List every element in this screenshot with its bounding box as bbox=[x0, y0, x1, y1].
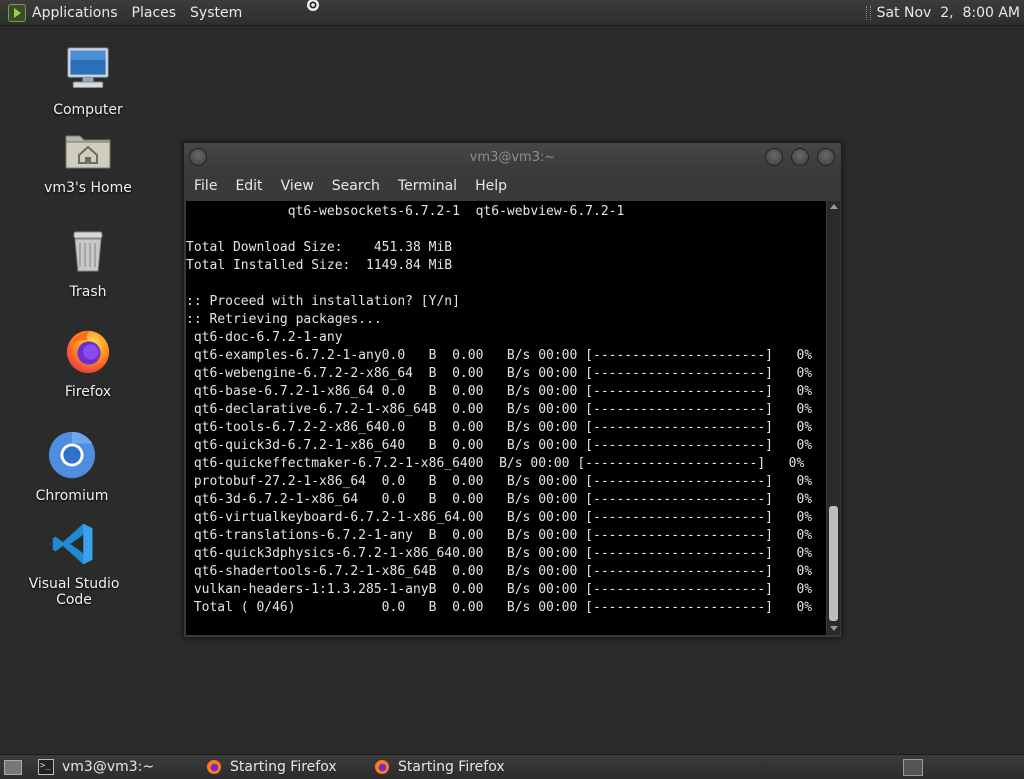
bottom-panel: >_ vm3@vm3:~ Starting Firefox Starting F… bbox=[0, 754, 1024, 779]
close-button[interactable] bbox=[817, 148, 835, 166]
terminal-line: Total Installed Size: 1149.84 MiB bbox=[186, 258, 453, 273]
trash-icon bbox=[73, 231, 103, 272]
window-title: vm3@vm3:~ bbox=[469, 150, 556, 165]
scroll-up-arrow-icon[interactable] bbox=[830, 204, 838, 209]
home-folder-icon bbox=[65, 135, 111, 169]
task-label: Starting Firefox bbox=[230, 759, 337, 775]
system-menu[interactable]: System bbox=[190, 5, 242, 21]
terminal-line: qt6-shadertools-6.7.2-1-x86_64B 0.00 B/s… bbox=[186, 564, 813, 579]
desktop-icon-label: Computer bbox=[53, 102, 123, 118]
scrollbar-thumb[interactable] bbox=[829, 506, 838, 621]
task-firefox-2[interactable]: Starting Firefox bbox=[374, 755, 505, 779]
desktop-icon-label: Chromium bbox=[35, 488, 109, 504]
desktop-icon-label: Trash bbox=[69, 284, 107, 300]
panel-separator bbox=[865, 5, 871, 20]
terminal-line: qt6-tools-6.7.2-2-x86_640.0 B 0.00 B/s 0… bbox=[186, 420, 813, 435]
workspace-switcher-1[interactable] bbox=[903, 759, 923, 776]
chromium-icon bbox=[48, 431, 96, 479]
maximize-button[interactable] bbox=[791, 148, 809, 166]
desktop-icon-label: vm3's Home bbox=[44, 180, 132, 196]
terminal-line: qt6-quick3d-6.7.2-1-x86_640 B 0.00 B/s 0… bbox=[186, 438, 813, 453]
terminal-titlebar[interactable]: vm3@vm3:~ bbox=[184, 143, 841, 171]
terminal-line: qt6-quickeffectmaker-6.7.2-1-x86_6400 B/… bbox=[186, 456, 805, 471]
terminal-line: qt6-3d-6.7.2-1-x86_64 0.0 B 0.00 B/s 00:… bbox=[186, 492, 813, 507]
menu-terminal[interactable]: Terminal bbox=[398, 178, 457, 194]
terminal-line: vulkan-headers-1:1.3.285-1-anyB 0.00 B/s… bbox=[186, 582, 813, 597]
task-label: vm3@vm3:~ bbox=[62, 759, 155, 775]
applications-menu-label: Applications bbox=[32, 4, 118, 21]
top-panel: Applications Places System Sat Nov 2, 8:… bbox=[0, 0, 1024, 26]
desktop-icon-firefox[interactable]: Firefox bbox=[28, 326, 148, 400]
terminal-line: qt6-translations-6.7.2-1-any B 0.00 B/s … bbox=[186, 528, 813, 543]
desktop-icon-trash[interactable]: Trash bbox=[28, 228, 148, 300]
minimize-button[interactable] bbox=[765, 148, 783, 166]
terminal-line: Total Download Size: 451.38 MiB bbox=[186, 240, 453, 255]
desktop-icon-vscode[interactable]: Visual Studio Code bbox=[14, 520, 134, 608]
terminal-lines: qt6-websockets-6.7.2-1 qt6-webview-6.7.2… bbox=[186, 203, 826, 617]
vscode-icon bbox=[52, 523, 93, 565]
busy-cursor-icon bbox=[307, 0, 319, 11]
firefox-icon bbox=[66, 330, 110, 374]
terminal-icon: >_ bbox=[38, 759, 54, 775]
terminal-output[interactable]: qt6-websockets-6.7.2-1 qt6-webview-6.7.2… bbox=[186, 201, 826, 635]
distro-logo-icon bbox=[8, 3, 26, 22]
terminal-line: :: Proceed with installation? [Y/n] bbox=[186, 294, 460, 309]
task-firefox-1[interactable]: Starting Firefox bbox=[206, 755, 337, 779]
terminal-line: qt6-webengine-6.7.2-2-x86_64 B 0.00 B/s … bbox=[186, 366, 813, 381]
top-menus: Applications Places System bbox=[8, 0, 242, 25]
task-label: Starting Firefox bbox=[398, 759, 505, 775]
desktop-icon-computer[interactable]: Computer bbox=[28, 46, 148, 118]
scroll-down-arrow-icon[interactable] bbox=[830, 626, 838, 631]
firefox-icon bbox=[207, 760, 221, 774]
system-menu-label: System bbox=[190, 4, 243, 21]
terminal-scrollbar[interactable] bbox=[827, 201, 840, 635]
desktop-icon-label: Visual Studio Code bbox=[28, 576, 120, 608]
desktop-icon-home[interactable]: vm3's Home bbox=[28, 128, 148, 196]
applications-menu[interactable]: Applications bbox=[8, 3, 118, 22]
firefox-icon bbox=[375, 760, 389, 774]
terminal-line: qt6-virtualkeyboard-6.7.2-1-x86_64.00 B/… bbox=[186, 510, 813, 525]
task-terminal[interactable]: >_ vm3@vm3:~ bbox=[38, 755, 154, 779]
places-menu-label: Places bbox=[131, 4, 177, 21]
clock[interactable]: Sat Nov 2, 8:00 AM bbox=[865, 0, 1020, 25]
desktop-icon-chromium[interactable]: Chromium bbox=[12, 430, 132, 504]
terminal-line: qt6-examples-6.7.2-1-any0.0 B 0.00 B/s 0… bbox=[186, 348, 813, 363]
terminal-line: qt6-doc-6.7.2-1-any bbox=[186, 330, 343, 345]
desktop-icon-label: Firefox bbox=[64, 384, 112, 400]
clock-label: Sat Nov 2, 8:00 AM bbox=[876, 4, 1020, 21]
menu-view[interactable]: View bbox=[281, 178, 314, 194]
terminal-line: Total ( 0/46) 0.0 B 0.00 B/s 00:00 [----… bbox=[186, 600, 813, 615]
show-desktop-icon[interactable] bbox=[4, 760, 22, 775]
terminal-line: :: Retrieving packages... bbox=[186, 312, 382, 327]
workspace-switcher-gap bbox=[938, 759, 966, 774]
menu-file[interactable]: File bbox=[194, 178, 217, 194]
menu-search[interactable]: Search bbox=[332, 178, 380, 194]
computer-icon bbox=[67, 47, 109, 88]
terminal-line: qt6-websockets-6.7.2-1 qt6-webview-6.7.2… bbox=[186, 204, 625, 219]
menu-edit[interactable]: Edit bbox=[235, 178, 262, 194]
places-menu[interactable]: Places bbox=[132, 5, 177, 21]
terminal-menubar: File Edit View Search Terminal Help bbox=[184, 173, 841, 199]
terminal-line: qt6-quick3dphysics-6.7.2-1-x86_640.00 B/… bbox=[186, 546, 813, 561]
terminal-line: qt6-base-6.7.2-1-x86_64 0.0 B 0.00 B/s 0… bbox=[186, 384, 813, 399]
terminal-line: qt6-declarative-6.7.2-1-x86_64B 0.00 B/s… bbox=[186, 402, 813, 417]
terminal-window[interactable]: vm3@vm3:~ File Edit View Search Terminal… bbox=[183, 142, 842, 638]
terminal-line: protobuf-27.2-1-x86_64 0.0 B 0.00 B/s 00… bbox=[186, 474, 813, 489]
menu-help[interactable]: Help bbox=[475, 178, 507, 194]
